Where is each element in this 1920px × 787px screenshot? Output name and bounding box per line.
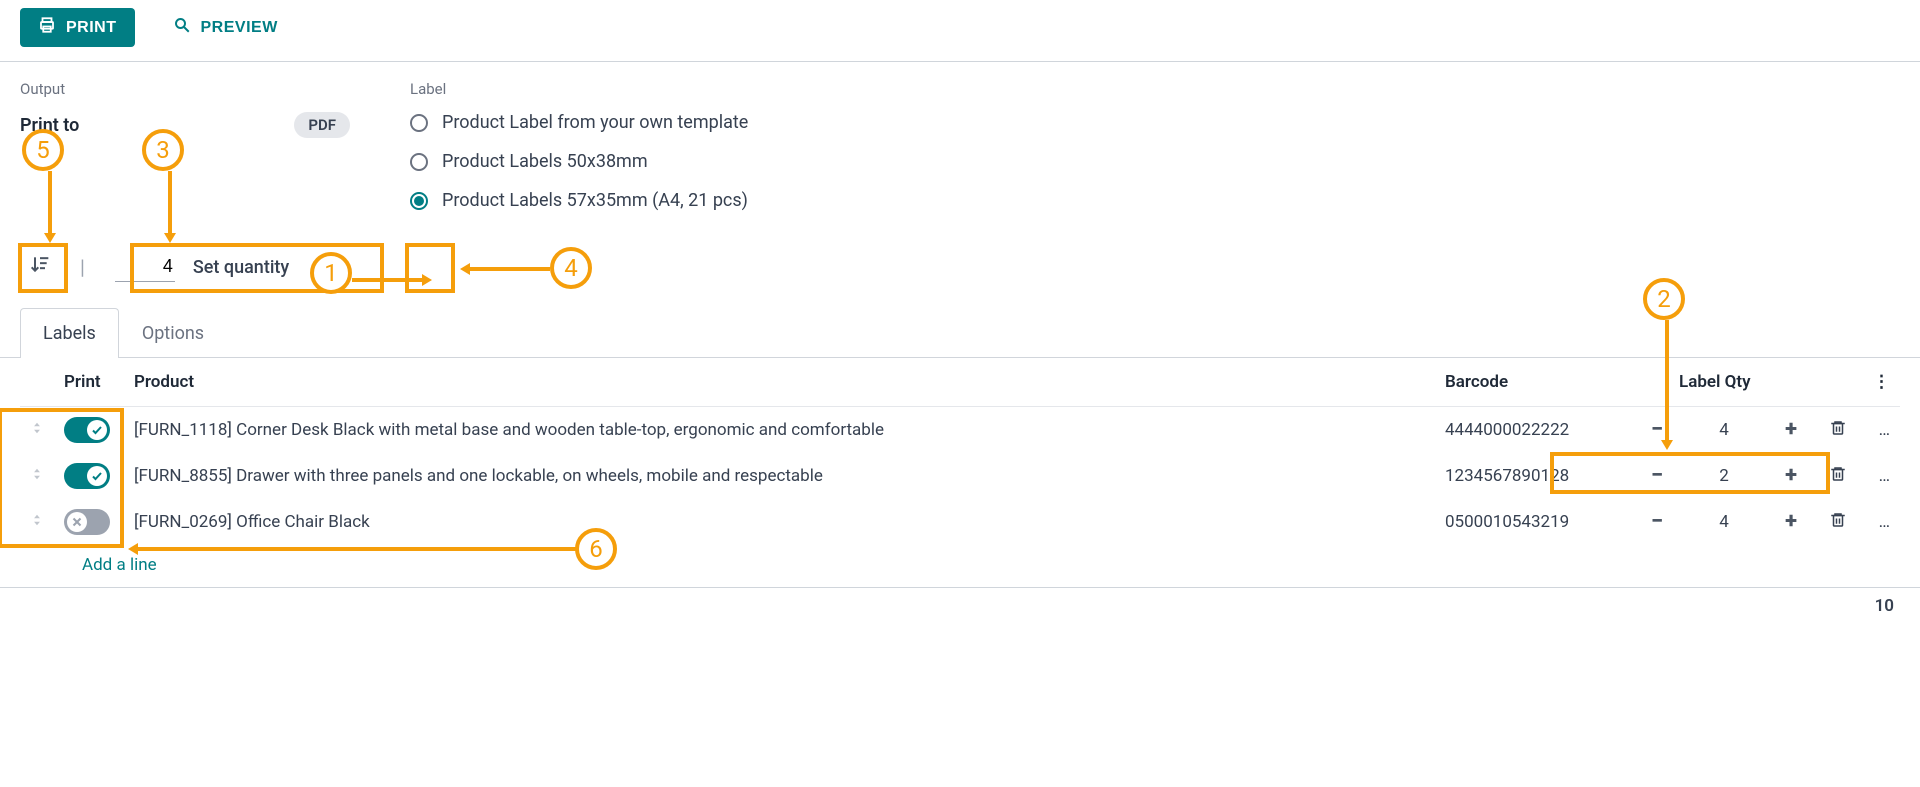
tab-options[interactable]: Options — [119, 308, 227, 358]
label-column: Label Product Label from your own templa… — [410, 80, 748, 211]
controls-row: | Set quantity 5 3 4 — [0, 219, 1920, 297]
qty-cell[interactable]: 2 — [1679, 453, 1769, 499]
product-cell[interactable]: [FURN_1118] Corner Desk Black with metal… — [124, 407, 1435, 454]
output-column: Output Print to PDF — [20, 80, 350, 211]
row-more: … — [1863, 407, 1900, 454]
annotation-arrow-4 — [460, 259, 550, 279]
product-cell[interactable]: [FURN_0269] Office Chair Black — [124, 499, 1435, 545]
footer-total: 10 — [1875, 596, 1894, 616]
x-icon — [67, 512, 87, 532]
barcode-cell: 4444000022222 — [1435, 407, 1635, 454]
delete-row-button[interactable] — [1829, 422, 1847, 442]
annotation-badge-6: 6 — [575, 528, 617, 570]
output-heading: Output — [20, 80, 350, 98]
labels-table: Print Product Barcode Label Qty ⋮ [FURN_… — [20, 358, 1900, 545]
quantity-input[interactable] — [115, 252, 175, 282]
label-option-50x38[interactable]: Product Labels 50x38mm — [410, 151, 748, 172]
drag-handle-icon[interactable] — [30, 422, 44, 442]
print-button-label: PRINT — [66, 19, 117, 37]
sort-button[interactable] — [20, 247, 60, 287]
label-option-57x35[interactable]: Product Labels 57x35mm (A4, 21 pcs) — [410, 190, 748, 211]
annotation-badge-4: 4 — [550, 247, 592, 289]
print-toggle[interactable] — [64, 463, 110, 489]
table-options-menu[interactable]: ⋮ — [1863, 358, 1900, 407]
annotation-badge-1: 1 — [310, 252, 352, 294]
header-barcode: Barcode — [1435, 358, 1635, 407]
qty-decrement-button[interactable]: − — [1651, 417, 1663, 442]
header-label-qty: Label Qty — [1679, 358, 1813, 407]
delete-row-button[interactable] — [1829, 468, 1847, 488]
barcode-cell: 1234567890128 — [1435, 453, 1635, 499]
check-icon — [87, 420, 107, 440]
check-icon — [87, 466, 107, 486]
print-button[interactable]: PRINT — [20, 8, 135, 47]
table-row: [FURN_1118] Corner Desk Black with metal… — [20, 407, 1900, 454]
add-line-link[interactable]: Add a line — [20, 545, 1900, 575]
preview-button[interactable]: PREVIEW — [155, 8, 296, 47]
label-heading: Label — [410, 80, 748, 98]
annotation-box-4 — [405, 243, 455, 293]
qty-decrement-button[interactable]: − — [1651, 509, 1663, 534]
tabs: Labels Options — [0, 307, 1920, 358]
annotation-badge-3: 3 — [142, 129, 184, 171]
print-toggle[interactable] — [64, 509, 110, 535]
product-cell[interactable]: [FURN_8855] Drawer with three panels and… — [124, 453, 1435, 499]
toolbar: PRINT PREVIEW — [0, 0, 1920, 62]
table-row: [FURN_8855] Drawer with three panels and… — [20, 453, 1900, 499]
label-option-own-template[interactable]: Product Label from your own template — [410, 112, 748, 133]
print-icon — [38, 16, 56, 39]
sort-desc-icon — [30, 254, 50, 280]
preview-button-label: PREVIEW — [201, 19, 278, 37]
qty-increment-button[interactable]: + — [1785, 463, 1797, 488]
qty-cell[interactable]: 4 — [1679, 499, 1769, 545]
print-to-value-badge[interactable]: PDF — [294, 112, 350, 138]
footer: 10 — [0, 587, 1920, 624]
set-quantity-label[interactable]: Set quantity — [193, 257, 289, 278]
header-print: Print — [54, 358, 124, 407]
qty-decrement-button[interactable]: − — [1651, 463, 1663, 488]
radio-icon — [410, 114, 428, 132]
annotation-badge-2: 2 — [1643, 278, 1685, 320]
annotation-badge-5: 5 — [22, 129, 64, 171]
row-more: … — [1863, 453, 1900, 499]
table-row: [FURN_0269] Office Chair Black0500010543… — [20, 499, 1900, 545]
delete-row-button[interactable] — [1829, 514, 1847, 534]
drag-handle-icon[interactable] — [30, 468, 44, 488]
search-icon — [173, 16, 191, 39]
row-more: … — [1863, 499, 1900, 545]
drag-handle-icon[interactable] — [30, 514, 44, 534]
qty-increment-button[interactable]: + — [1785, 417, 1797, 442]
label-option-text: Product Labels 57x35mm (A4, 21 pcs) — [442, 190, 748, 211]
tab-labels[interactable]: Labels — [20, 308, 119, 358]
label-option-text: Product Labels 50x38mm — [442, 151, 648, 172]
barcode-cell: 0500010543219 — [1435, 499, 1635, 545]
radio-icon — [410, 153, 428, 171]
labels-tab-content: Print Product Barcode Label Qty ⋮ [FURN_… — [0, 358, 1920, 575]
qty-increment-button[interactable]: + — [1785, 509, 1797, 534]
label-option-text: Product Label from your own template — [442, 112, 748, 133]
header-product: Product — [124, 358, 1435, 407]
qty-cell[interactable]: 4 — [1679, 407, 1769, 454]
config-section: Output Print to PDF Label Product Label … — [0, 62, 1920, 219]
set-quantity-group: Set quantity — [105, 248, 299, 286]
divider: | — [74, 255, 91, 279]
print-toggle[interactable] — [64, 417, 110, 443]
radio-icon-checked — [410, 192, 428, 210]
